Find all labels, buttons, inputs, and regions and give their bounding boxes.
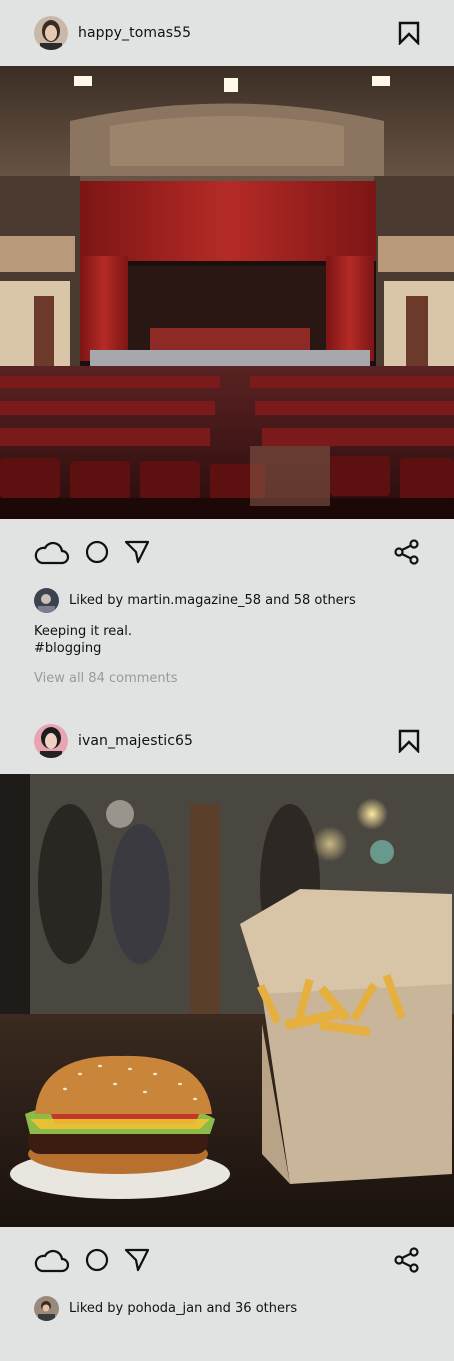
cloud-icon[interactable] xyxy=(34,539,70,565)
post: happy_tomas55 Liked by martin.magazine_5… xyxy=(0,0,454,686)
circle-comment-icon[interactable] xyxy=(84,539,110,565)
post-author[interactable]: happy_tomas55 xyxy=(34,16,191,50)
likes-row: Liked by martin.magazine_58 and 58 other… xyxy=(0,585,454,615)
send-arrow-icon[interactable] xyxy=(124,539,150,565)
likes-text[interactable]: Liked by martin.magazine_58 and 58 other… xyxy=(69,593,356,608)
post: ivan_majestic65 Liked by pohoda_jan and … xyxy=(0,708,454,1323)
post-actions xyxy=(0,519,454,585)
share-icon[interactable] xyxy=(394,1247,420,1273)
bookmark-icon[interactable] xyxy=(398,729,420,753)
post-author[interactable]: ivan_majestic65 xyxy=(34,724,193,758)
feed: happy_tomas55 Liked by martin.magazine_5… xyxy=(0,0,454,1361)
author-username[interactable]: happy_tomas55 xyxy=(78,25,191,41)
share-icon[interactable] xyxy=(394,539,420,565)
likes-row: Liked by pohoda_jan and 36 others xyxy=(0,1293,454,1323)
author-username[interactable]: ivan_majestic65 xyxy=(78,733,193,749)
send-arrow-icon[interactable] xyxy=(124,1247,150,1273)
avatar[interactable] xyxy=(34,724,68,758)
action-group xyxy=(34,1247,150,1273)
post-header: happy_tomas55 xyxy=(0,0,454,66)
likes-text[interactable]: Liked by pohoda_jan and 36 others xyxy=(69,1301,297,1316)
post-photo[interactable] xyxy=(0,774,454,1227)
post-photo[interactable] xyxy=(0,66,454,519)
cloud-icon[interactable] xyxy=(34,1247,70,1273)
liker-avatar[interactable] xyxy=(34,587,59,613)
view-comments-link[interactable]: View all 84 comments xyxy=(0,657,454,686)
caption-text: Keeping it real. xyxy=(34,624,132,639)
action-group xyxy=(34,539,150,565)
circle-comment-icon[interactable] xyxy=(84,1247,110,1273)
bookmark-icon[interactable] xyxy=(398,21,420,45)
post-header: ivan_majestic65 xyxy=(0,708,454,774)
post-actions xyxy=(0,1227,454,1293)
liker-avatar[interactable] xyxy=(34,1295,59,1321)
avatar[interactable] xyxy=(34,16,68,50)
caption-hashtag[interactable]: #blogging xyxy=(34,640,420,657)
post-caption: Keeping it real. #blogging xyxy=(0,615,454,657)
